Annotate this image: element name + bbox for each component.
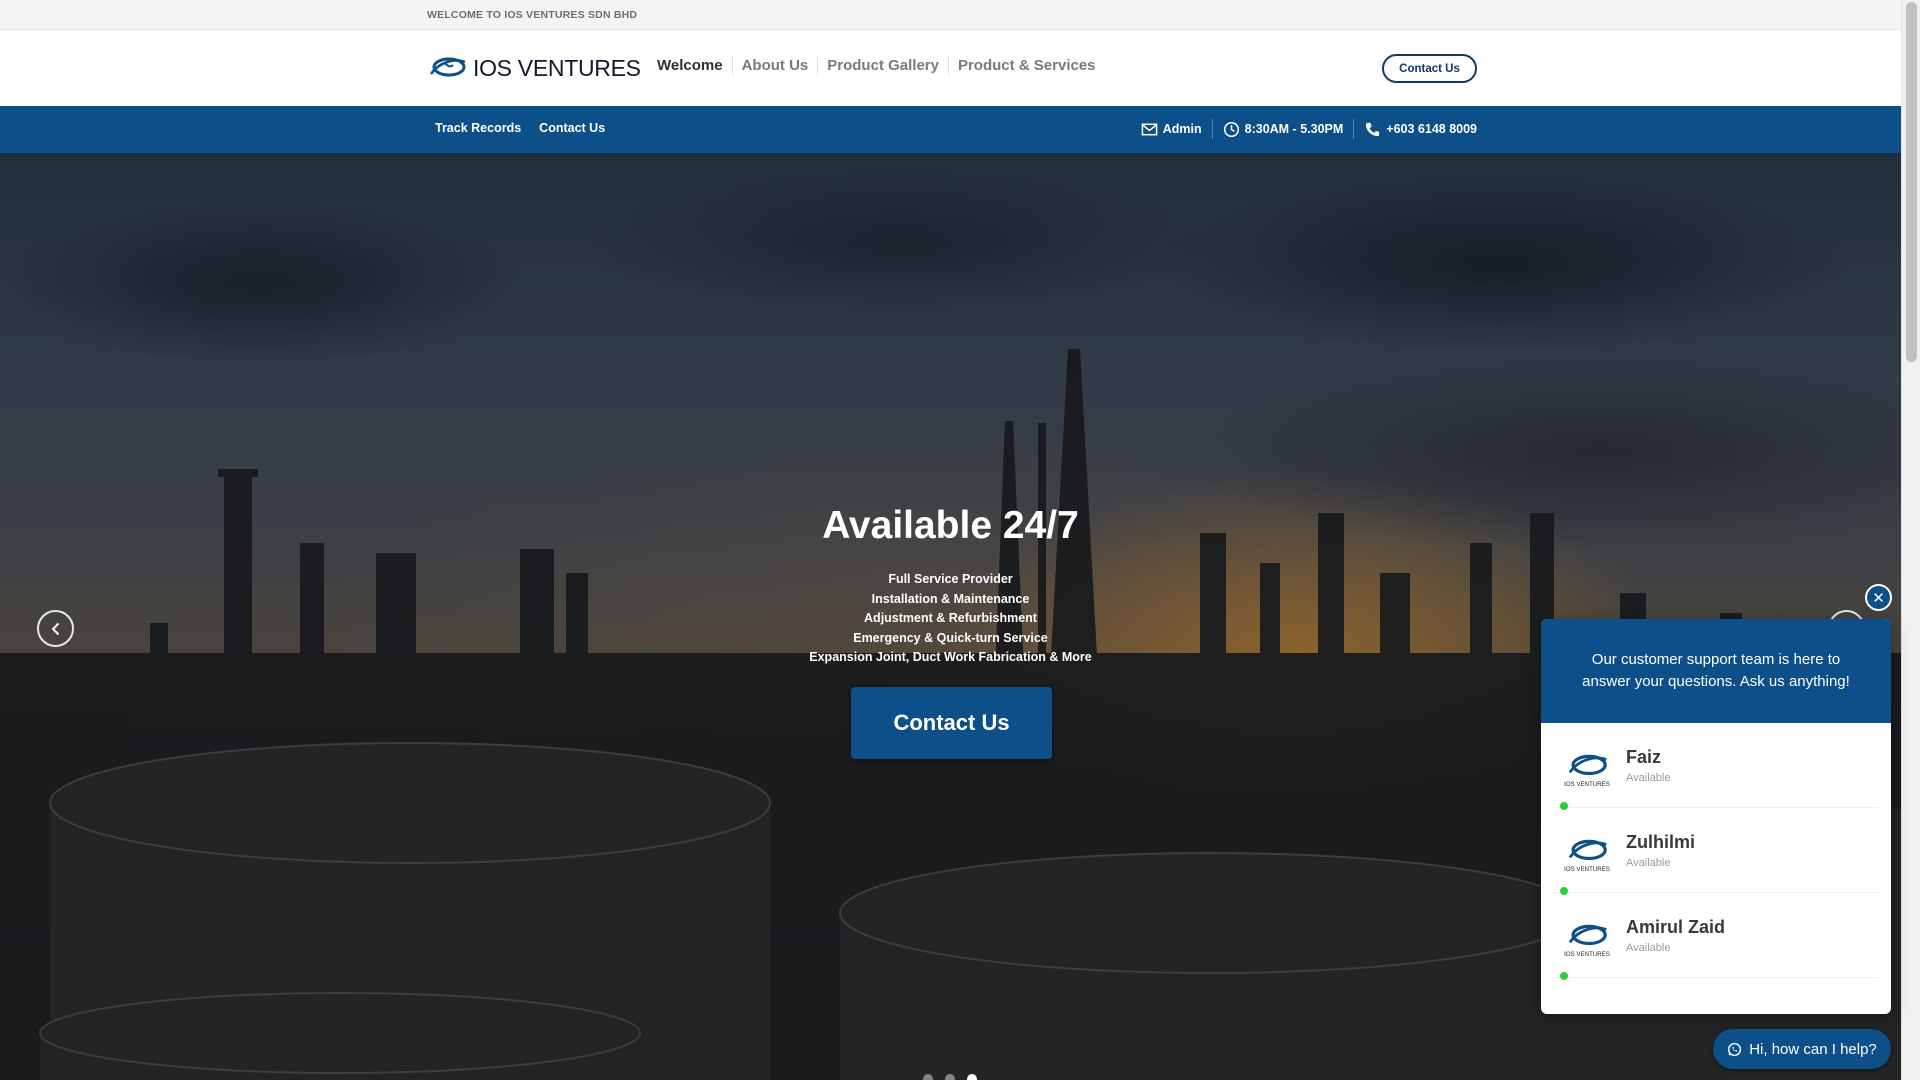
agent-name: Amirul Zaid bbox=[1626, 917, 1726, 937]
agent-status: Available bbox=[1626, 772, 1671, 784]
slider-pagination bbox=[923, 1074, 977, 1080]
logo-icon bbox=[1568, 924, 1607, 945]
online-indicator bbox=[1559, 971, 1569, 981]
clock-icon bbox=[1223, 121, 1239, 137]
nav-welcome[interactable]: Welcome bbox=[657, 57, 733, 75]
whatsapp-chat-button[interactable]: Hi, how can I help? bbox=[1713, 1029, 1891, 1069]
slider-dot[interactable] bbox=[923, 1074, 933, 1080]
welcome-text: WELCOME TO IOS VENTURES SDN BHD bbox=[427, 9, 638, 21]
agent-status: Available bbox=[1626, 942, 1671, 954]
hero-contact-button[interactable]: Contact Us bbox=[851, 687, 1052, 759]
header-contact-button[interactable]: Contact Us bbox=[1382, 54, 1477, 83]
logo-text: IOS VENTURES bbox=[473, 54, 641, 81]
scrollbar-thumb[interactable] bbox=[1906, 2, 1917, 362]
agent-name: Faiz bbox=[1626, 747, 1662, 767]
chat-button-label: Hi, how can I help? bbox=[1749, 1040, 1877, 1058]
slider-dot[interactable] bbox=[945, 1074, 955, 1080]
chat-agent-zulhilmi[interactable]: IOS VENTURES Zulhilmi Available bbox=[1553, 808, 1879, 896]
avatar: IOS VENTURES bbox=[1559, 741, 1615, 797]
chat-intro: Our customer support team is here to ans… bbox=[1541, 619, 1891, 723]
chat-close-button[interactable]: ✕ bbox=[1865, 584, 1892, 611]
slider-dot-active[interactable] bbox=[967, 1074, 977, 1080]
page-scrollbar[interactable] bbox=[1901, 0, 1920, 1080]
agent-status: Available bbox=[1626, 857, 1671, 869]
slider-prev-button[interactable] bbox=[37, 610, 74, 647]
main-navigation: Welcome About Us Product Gallery Product… bbox=[657, 57, 1105, 75]
nav-product-services[interactable]: Product & Services bbox=[949, 57, 1105, 75]
hero-line: Installation & Maintenance bbox=[871, 591, 1030, 606]
close-icon: ✕ bbox=[1872, 589, 1885, 607]
chat-agent-faiz[interactable]: IOS VENTURES Faiz Available bbox=[1553, 723, 1879, 811]
avatar-caption: IOS VENTURES bbox=[1564, 866, 1610, 873]
chevron-left-icon bbox=[51, 622, 59, 635]
site-logo[interactable]: IOS VENTURES bbox=[427, 52, 641, 84]
nav-track-records[interactable]: Track Records bbox=[435, 121, 521, 135]
envelope-icon bbox=[1141, 123, 1158, 135]
site-header: IOS VENTURES Welcome About Us Product Ga… bbox=[0, 30, 1901, 106]
business-hours: 8:30AM - 5.30PM bbox=[1213, 119, 1355, 139]
secondary-bar: Track Records Contact Us Admin 8:30AM - … bbox=[0, 106, 1901, 153]
email-link[interactable]: Admin bbox=[1131, 119, 1213, 139]
hero-line: Full Service Provider bbox=[888, 572, 1013, 586]
agent-name: Zulhilmi bbox=[1626, 832, 1695, 852]
top-announcement-bar: WELCOME TO IOS VENTURES SDN BHD bbox=[0, 0, 1901, 30]
hero-title: Available 24/7 bbox=[822, 504, 1079, 547]
phone-icon bbox=[1366, 122, 1380, 136]
avatar-caption: IOS VENTURES bbox=[1564, 781, 1610, 788]
hours-label: 8:30AM - 5.30PM bbox=[1244, 122, 1344, 136]
avatar: IOS VENTURES bbox=[1559, 911, 1615, 967]
contact-info: Admin 8:30AM - 5.30PM +603 6148 8009 bbox=[1131, 119, 1477, 139]
nav-product-gallery[interactable]: Product Gallery bbox=[818, 57, 949, 75]
secondary-navigation: Track Records Contact Us bbox=[435, 121, 605, 135]
avatar: IOS VENTURES bbox=[1559, 826, 1615, 882]
logo-icon bbox=[1568, 839, 1607, 860]
chat-support-panel: Our customer support team is here to ans… bbox=[1541, 619, 1891, 1014]
whatsapp-icon bbox=[1728, 1042, 1742, 1056]
phone-label: +603 6148 8009 bbox=[1386, 122, 1477, 136]
chat-agent-amirul-zaid[interactable]: IOS VENTURES Amirul Zaid Available bbox=[1553, 893, 1879, 981]
logo-icon bbox=[1568, 754, 1607, 775]
logo-icon bbox=[429, 57, 466, 77]
nav-contact-us[interactable]: Contact Us bbox=[539, 121, 605, 135]
nav-about-us[interactable]: About Us bbox=[733, 57, 819, 75]
phone-link[interactable]: +603 6148 8009 bbox=[1354, 119, 1477, 139]
email-label: Admin bbox=[1162, 122, 1202, 136]
avatar-caption: IOS VENTURES bbox=[1564, 951, 1610, 958]
